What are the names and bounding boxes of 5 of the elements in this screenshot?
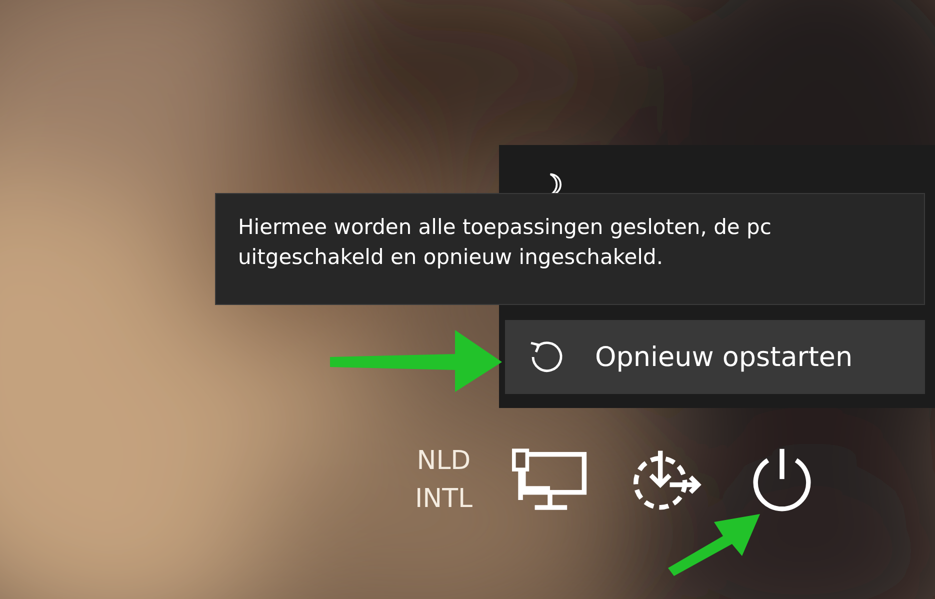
network-icon[interactable] [512, 447, 588, 513]
keyboard-layout[interactable]: NLD INTL [415, 442, 472, 518]
tooltip: Hiermee worden alle toepassingen gesloten, de pc uitgeschakeld en opnieuw ingeschakeld. [215, 193, 925, 305]
menu-item[interactable]: Opnieuw opstarten [505, 320, 925, 394]
moon-icon [549, 173, 563, 196]
